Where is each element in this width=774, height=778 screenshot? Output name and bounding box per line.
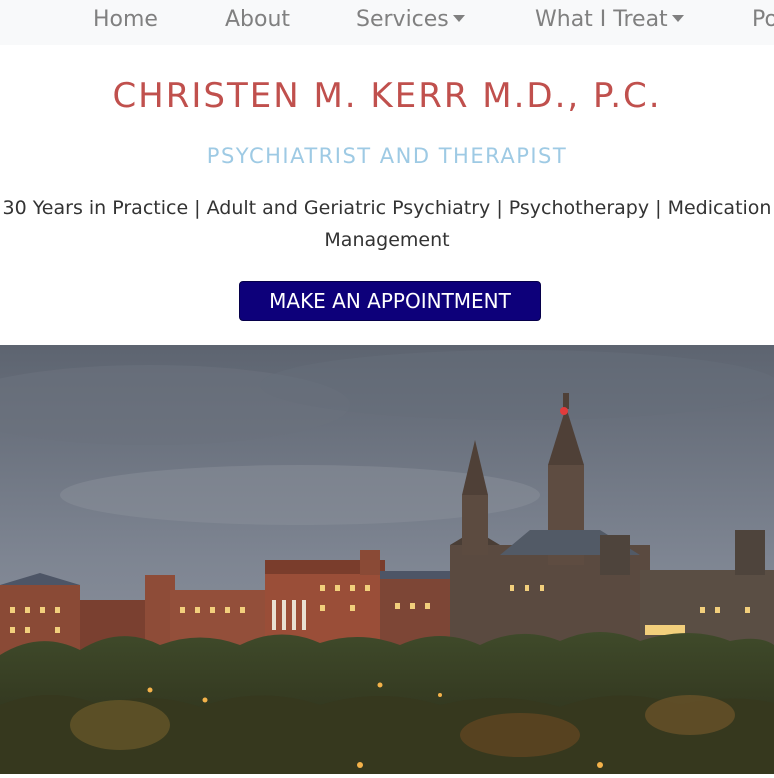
page-title: CHRISTEN M. KERR M.D., P.C. bbox=[112, 76, 662, 116]
nav-about-link[interactable]: About bbox=[225, 0, 290, 42]
chevron-down-icon bbox=[671, 14, 684, 22]
nav-po-link[interactable]: Po bbox=[752, 0, 774, 42]
chevron-down-icon bbox=[452, 14, 465, 22]
top-navbar: Home About Services What I Treat Po bbox=[0, 0, 774, 45]
nav-services-label: Services bbox=[356, 7, 449, 32]
campus-skyline-image bbox=[0, 345, 774, 774]
nav-home-link[interactable]: Home bbox=[93, 0, 158, 42]
nav-what-i-treat-label: What I Treat bbox=[535, 7, 668, 32]
nav-po-label: Po bbox=[752, 7, 774, 32]
nav-services-dropdown[interactable]: Services bbox=[356, 0, 465, 42]
hero-image bbox=[0, 345, 774, 774]
nav-home-label: Home bbox=[93, 7, 158, 32]
make-appointment-button[interactable]: MAKE AN APPOINTMENT bbox=[239, 281, 541, 321]
nav-about-label: About bbox=[225, 7, 291, 32]
nav-what-i-treat-dropdown[interactable]: What I Treat bbox=[535, 0, 684, 42]
page-subtitle: PSYCHIATRIST AND THERAPIST bbox=[206, 144, 568, 168]
practice-tagline: 30 Years in Practice | Adult and Geriatr… bbox=[2, 197, 772, 251]
